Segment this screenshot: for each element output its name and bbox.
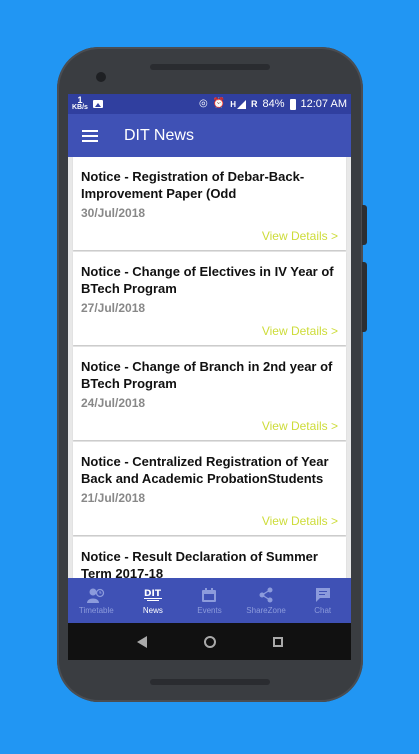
volume-button: [362, 262, 367, 332]
news-date: 21/Jul/2018: [81, 491, 146, 505]
app-bar: DIT News: [68, 114, 351, 157]
nav-label: Timetable: [78, 606, 114, 615]
news-card[interactable]: Notice - Result Declaration of Summer Te…: [73, 537, 346, 578]
nav-chat[interactable]: Chat: [294, 578, 351, 623]
page-title: DIT News: [124, 126, 194, 144]
news-date: 30/Jul/2018: [81, 206, 146, 220]
news-title: Notice - Change of Electives in IV Year …: [81, 264, 334, 296]
nav-label: Chat: [314, 606, 332, 615]
home-icon[interactable]: [203, 635, 216, 648]
news-date: 24/Jul/2018: [81, 396, 146, 410]
news-title: Notice - Registration of Debar-Back-Impr…: [81, 169, 305, 201]
nav-news[interactable]: DIT News: [125, 578, 182, 623]
news-title: Notice - Change of Branch in 2nd year of…: [81, 359, 333, 391]
network-type: H: [230, 99, 236, 109]
timetable-icon: [86, 586, 106, 604]
nav-label: Events: [197, 606, 222, 615]
view-details-link[interactable]: View Details >: [262, 419, 338, 433]
news-card[interactable]: Notice - Change of Branch in 2nd year of…: [73, 347, 346, 440]
news-card[interactable]: Notice - Registration of Debar-Back-Impr…: [73, 157, 346, 250]
menu-icon[interactable]: [82, 129, 98, 142]
news-icon: DIT: [143, 586, 163, 604]
bottom-navigation: Timetable DIT News Events ShareZone Chat: [68, 578, 351, 623]
clock: 12:07 AM: [300, 98, 347, 110]
power-button: [362, 205, 367, 245]
signal-icon: [236, 99, 246, 109]
nav-sharezone[interactable]: ShareZone: [238, 578, 295, 623]
chat-icon: [313, 586, 333, 604]
nav-events[interactable]: Events: [181, 578, 238, 623]
battery-icon: [289, 98, 296, 110]
view-details-link[interactable]: View Details >: [262, 324, 338, 338]
news-title: Notice - Result Declaration of Summer Te…: [81, 549, 318, 578]
image-notification-icon: [92, 100, 103, 108]
system-navigation-bar: [68, 623, 351, 660]
hotspot-icon: ◎: [199, 98, 208, 109]
back-icon[interactable]: [136, 635, 147, 648]
news-title: Notice - Centralized Registration of Yea…: [81, 454, 329, 486]
view-details-link[interactable]: View Details >: [262, 514, 338, 528]
news-card[interactable]: Notice - Centralized Registration of Yea…: [73, 442, 346, 535]
bottom-speaker: [150, 679, 270, 685]
calendar-icon: [199, 586, 219, 604]
roaming-indicator: R: [250, 99, 258, 109]
battery-percent: 84%: [262, 98, 285, 110]
nav-label: ShareZone: [246, 606, 286, 615]
svg-text:DIT: DIT: [144, 589, 162, 599]
news-date: 27/Jul/2018: [81, 301, 146, 315]
earpiece-speaker: [150, 64, 270, 70]
status-bar: 1 KB/s ◎ ⏰ H R 84% 12:07 AM: [68, 94, 351, 114]
nav-label: News: [142, 606, 163, 615]
share-icon: [256, 586, 276, 604]
phone-screen: 1 KB/s ◎ ⏰ H R 84% 12:07 AM DIT News Not…: [68, 94, 351, 660]
news-list[interactable]: Notice - Registration of Debar-Back-Impr…: [68, 157, 351, 578]
alarm-icon: ⏰: [212, 98, 226, 109]
network-speed: 1 KB/s: [72, 95, 88, 112]
view-details-link[interactable]: View Details >: [262, 229, 338, 243]
news-card[interactable]: Notice - Change of Electives in IV Year …: [73, 252, 346, 345]
recent-apps-icon[interactable]: [272, 636, 283, 647]
nav-timetable[interactable]: Timetable: [68, 578, 125, 623]
front-camera: [96, 72, 106, 82]
